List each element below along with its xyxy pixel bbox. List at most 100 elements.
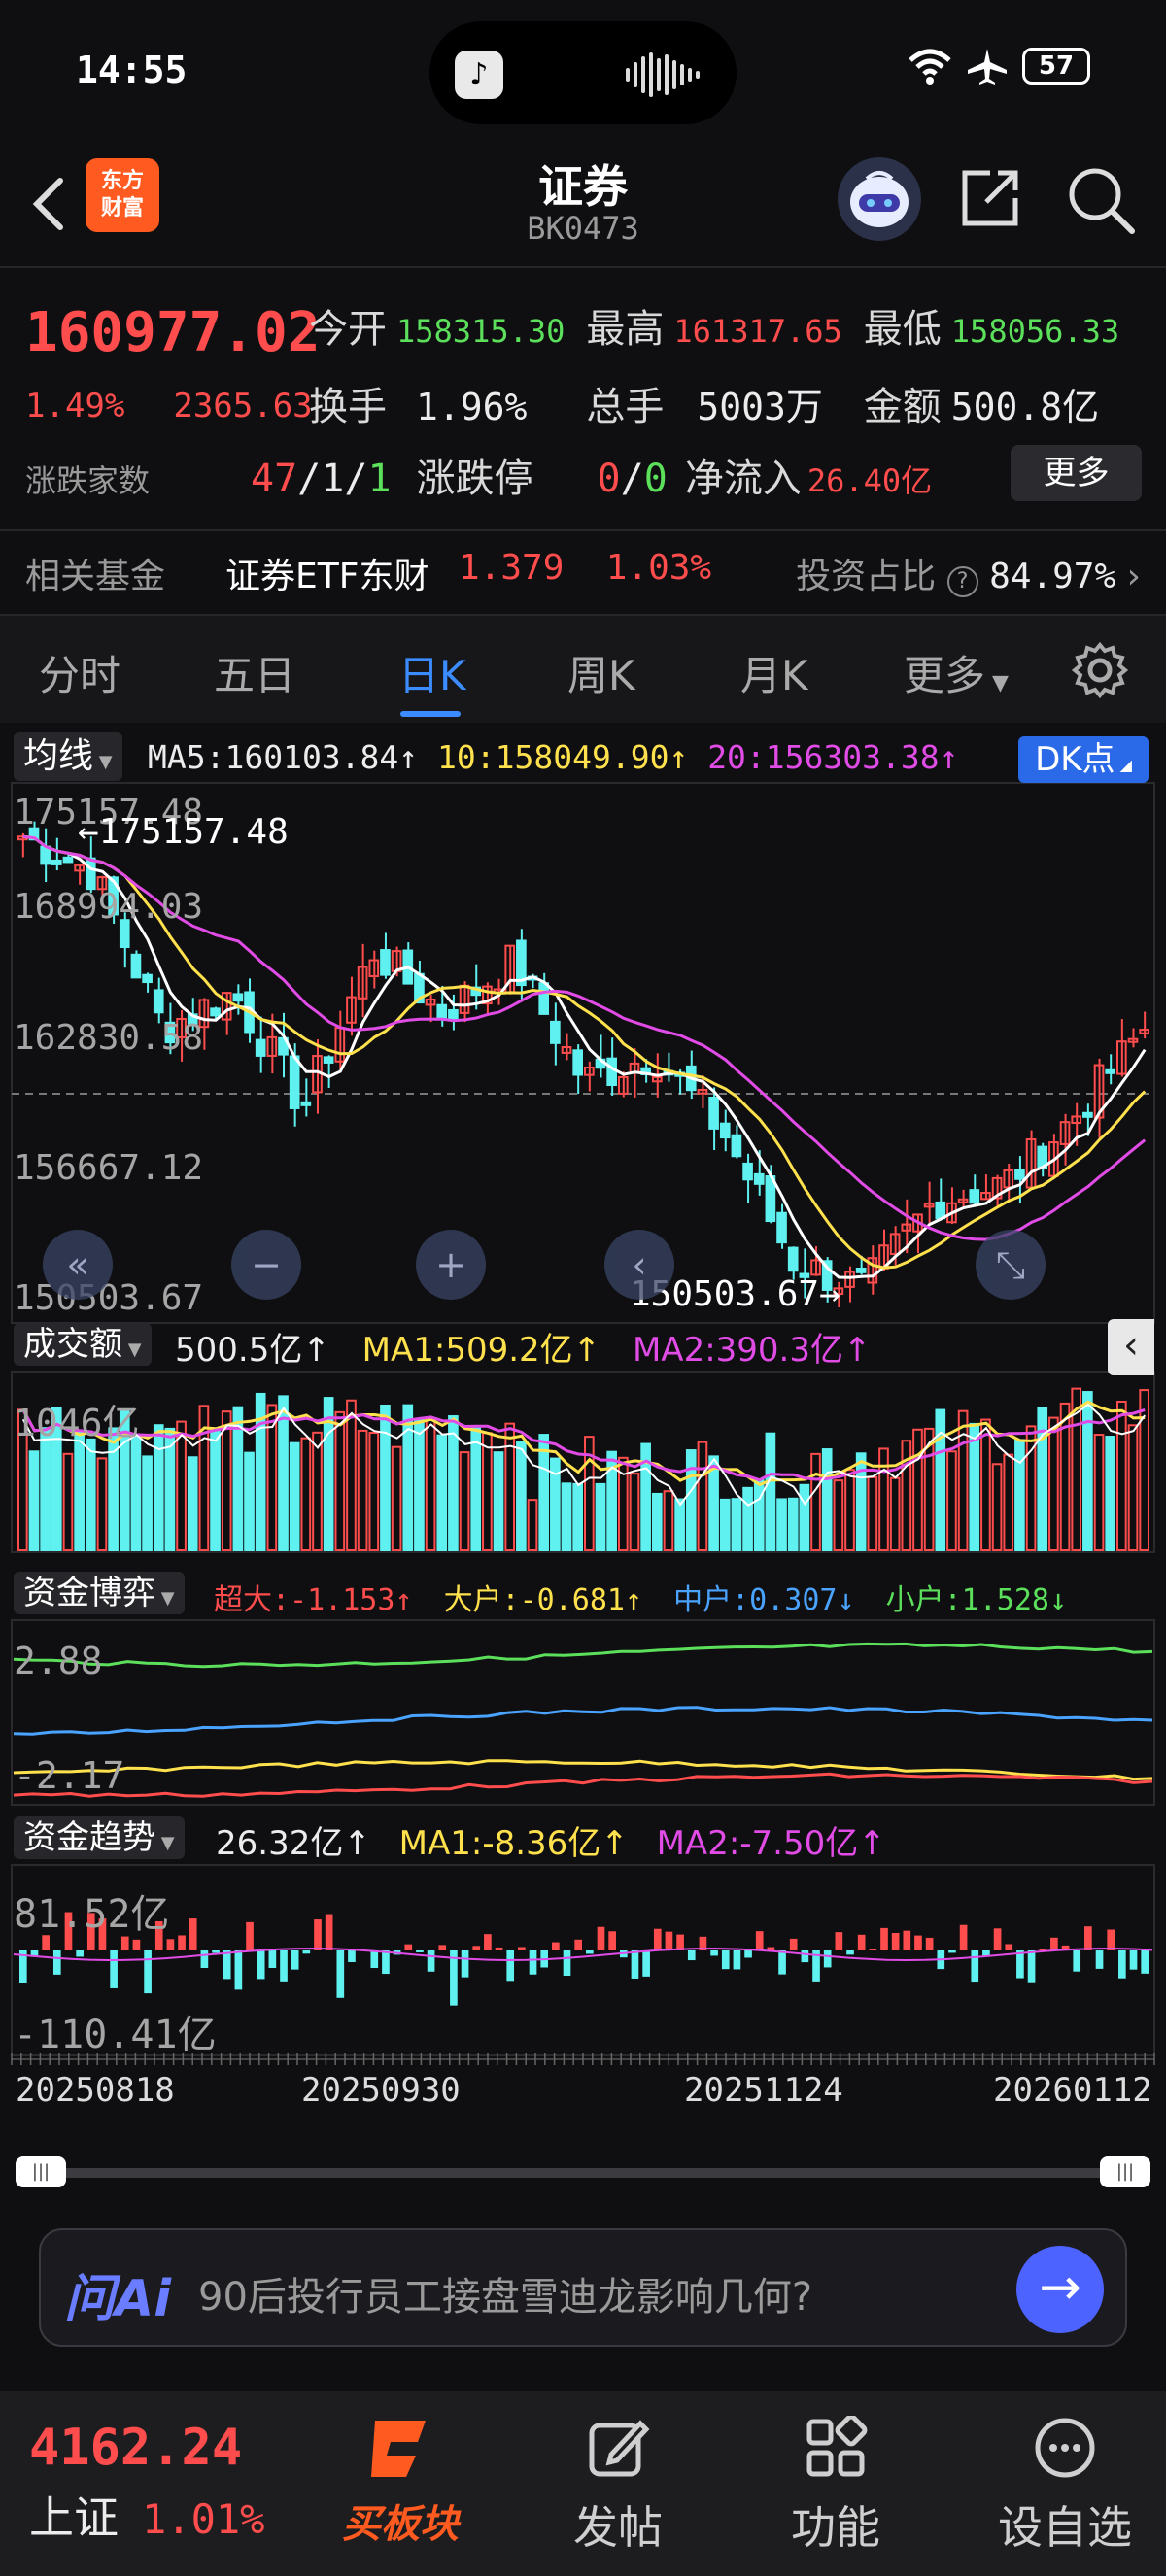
tab-monthly-k[interactable]: 月K xyxy=(740,643,808,702)
chevron-right-icon[interactable]: › xyxy=(1127,557,1141,596)
zoom-in-icon[interactable]: + xyxy=(416,1230,486,1300)
index-ticker[interactable]: 4162.24 上证 1.01% xyxy=(29,2419,264,2547)
volume-bar xyxy=(1127,1424,1139,1551)
volume-bar xyxy=(1048,1416,1059,1551)
bottom-bar: 4162.24 上证 1.01% 买板块 发帖 功能 设自选 xyxy=(0,2391,1166,2576)
trend-bar xyxy=(1050,1937,1058,1950)
kline-chart[interactable]: 均线 ▼ MA5:160103.84↑ 10:158049.90↑ 20:156… xyxy=(0,727,1166,2203)
down-count: 1 xyxy=(367,457,392,501)
candle-body xyxy=(232,993,244,1002)
audio-wave-icon xyxy=(626,52,700,97)
trend-bar xyxy=(1129,1950,1138,1970)
turnover-value: 1.96% xyxy=(416,386,528,428)
tab-intraday[interactable]: 分时 xyxy=(39,643,120,702)
collapse-panel-icon[interactable]: ‹ xyxy=(1108,1319,1154,1375)
candle-body xyxy=(289,1055,300,1109)
volume-bar xyxy=(153,1424,164,1551)
arrow-right-icon[interactable]: → xyxy=(1016,2246,1104,2333)
volume-bar xyxy=(96,1457,108,1552)
tab-daily-k[interactable]: 日K xyxy=(398,643,466,702)
settings-gear-icon[interactable] xyxy=(1069,639,1131,701)
trend-bar xyxy=(642,1950,650,1977)
candle-body xyxy=(300,1101,312,1106)
range-end-handle[interactable]: ||| xyxy=(1100,2156,1150,2187)
nav-post[interactable]: 发帖 xyxy=(550,2411,686,2557)
date-label-2: 20250930 xyxy=(301,2071,461,2110)
y-label-5: 150503.67 xyxy=(14,1278,204,1318)
ratio-value: 84.97% xyxy=(989,557,1116,596)
nav-label: 发帖 xyxy=(573,2501,663,2554)
search-icon[interactable] xyxy=(1064,163,1138,237)
super-large-line xyxy=(13,1772,1153,1798)
candle-body xyxy=(142,973,153,984)
more-button[interactable]: 更多 xyxy=(1011,445,1142,501)
robot-assistant-icon[interactable] xyxy=(838,157,921,241)
volume-bar xyxy=(210,1428,221,1551)
related-fund-row[interactable]: 相关基金 证券ETF东财 1.379 1.03% 投资占比 ? 84.97% › xyxy=(0,534,1166,612)
tab-weekly-k[interactable]: 周K xyxy=(567,643,635,702)
fund-price: 1.379 xyxy=(459,548,565,588)
volume-bar xyxy=(300,1437,312,1551)
trend-bar xyxy=(302,1950,311,1954)
trend-bar xyxy=(132,1939,141,1950)
candle-body xyxy=(742,1162,753,1181)
volume-bar xyxy=(504,1422,516,1551)
ai-prompt[interactable]: 90后投行员工接盘雪迪龙影响几何? xyxy=(198,2265,812,2322)
nav-buy-sector[interactable]: 买板块 xyxy=(332,2411,468,2549)
volume-bar xyxy=(878,1447,889,1552)
dk-point-button[interactable]: DK点 ◢ xyxy=(1018,736,1149,783)
medium-value: 中户:0.307↓ xyxy=(673,1583,855,1617)
y-label-2: 168994.03 xyxy=(14,887,204,927)
trend-bar xyxy=(631,1950,639,1979)
volume-bar xyxy=(663,1490,674,1551)
money-trend-selector[interactable]: 资金趋势 ▼ xyxy=(14,1816,185,1859)
scroll-track[interactable] xyxy=(45,2168,1123,2178)
wifi-icon xyxy=(909,49,951,85)
volume-bar xyxy=(436,1434,448,1551)
nav-add-watchlist[interactable]: 设自选 xyxy=(987,2411,1143,2557)
trend-bar xyxy=(971,1950,979,1983)
tab-more[interactable]: 更多 ▼ xyxy=(904,643,1009,702)
volume-ma1: MA1:509.2亿↑ xyxy=(361,1331,601,1370)
trend-bar xyxy=(552,1942,560,1950)
volume-bar xyxy=(731,1498,742,1551)
scroll-left-icon[interactable]: ‹ xyxy=(604,1230,674,1300)
volume-bar xyxy=(674,1498,685,1552)
grid-icon xyxy=(768,2411,904,2485)
tab-five-day[interactable]: 五日 xyxy=(214,643,295,702)
ma10-value: 10:158049.90↑ xyxy=(437,738,689,776)
zoom-out-icon[interactable]: − xyxy=(231,1230,301,1300)
nav-functions[interactable]: 功能 xyxy=(768,2411,904,2557)
range-scrollbar[interactable]: ||| ||| xyxy=(16,2156,1150,2187)
volume-bar xyxy=(946,1450,957,1551)
volume-bar xyxy=(368,1432,380,1551)
fund-name[interactable]: 证券ETF东财 xyxy=(225,548,429,598)
trend-bar xyxy=(416,1950,424,1952)
volume-bar xyxy=(833,1479,844,1552)
y-label-3: 162830.58 xyxy=(14,1018,204,1058)
trend-bar xyxy=(1005,1944,1013,1950)
scroll-left-fast-icon[interactable]: « xyxy=(43,1230,113,1300)
candle-body xyxy=(40,845,51,865)
ai-question-bar[interactable]: 问Ai 90后投行员工接盘雪迪龙影响几何? → xyxy=(39,2228,1127,2347)
volume-bar xyxy=(810,1452,821,1552)
trend-bar xyxy=(925,1937,934,1950)
candle-body xyxy=(210,1007,221,1017)
fullscreen-icon[interactable]: ⤡ xyxy=(976,1230,1046,1300)
volume-selector[interactable]: 成交额 ▼ xyxy=(14,1323,152,1366)
limit-up-count: 0 xyxy=(597,457,621,501)
ma-selector[interactable]: 均线 ▼ xyxy=(14,732,122,781)
volume-bar xyxy=(312,1431,323,1551)
money-game-values: 超大:-1.153↑ 大户:-0.681↑ 中户:0.307↓ 小户:1.528… xyxy=(214,1576,1067,1618)
share-icon[interactable] xyxy=(957,163,1025,231)
medium-investor-line xyxy=(13,1706,1153,1736)
volume-bar xyxy=(912,1428,923,1551)
chart-canvas[interactable] xyxy=(0,727,1166,2203)
up-count: 47 xyxy=(251,457,298,501)
range-start-handle[interactable]: ||| xyxy=(16,2156,66,2187)
money-game-selector[interactable]: 资金博弈 ▼ xyxy=(14,1572,185,1614)
trend-bar xyxy=(1073,1950,1081,1972)
volume-bar xyxy=(719,1498,731,1551)
trend-bar xyxy=(959,1924,968,1950)
help-icon[interactable]: ? xyxy=(946,566,978,597)
